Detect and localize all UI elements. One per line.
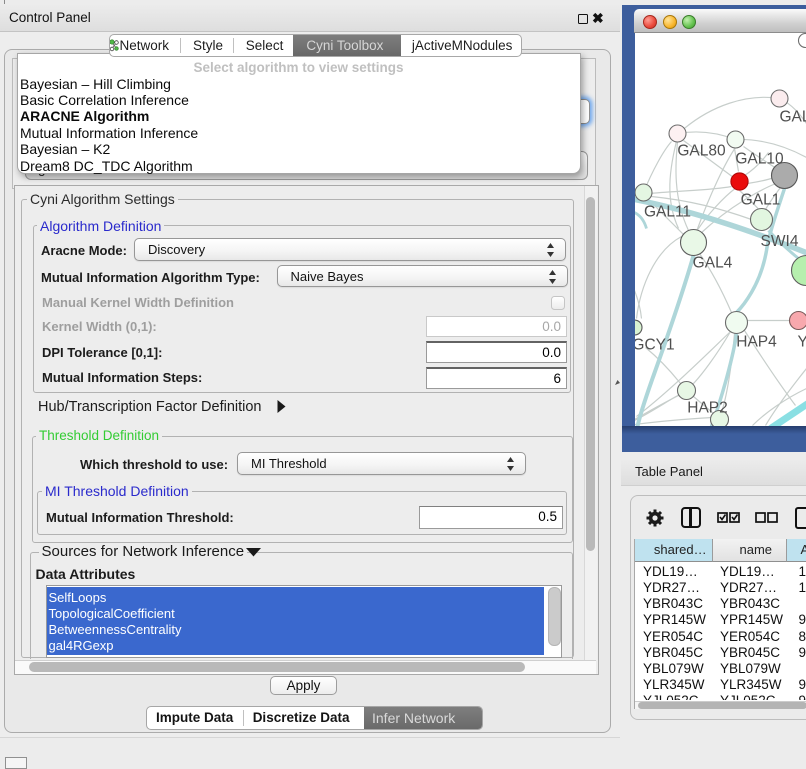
svg-text:HAP2: HAP2 [687, 399, 728, 416]
svg-text:HAP4: HAP4 [736, 333, 777, 350]
svg-text:GAL11: GAL11 [643, 203, 690, 220]
svg-text:GAL7: GAL7 [779, 108, 806, 125]
svg-text:GAL80: GAL80 [677, 142, 726, 159]
svg-text:YO: YO [797, 333, 806, 350]
svg-text:GAL4: GAL4 [692, 254, 732, 271]
svg-text:GAL10: GAL10 [735, 150, 784, 167]
svg-text:GAL1: GAL1 [740, 191, 780, 208]
svg-text:GCY1: GCY1 [635, 336, 675, 353]
svg-text:SWI4: SWI4 [760, 233, 798, 250]
